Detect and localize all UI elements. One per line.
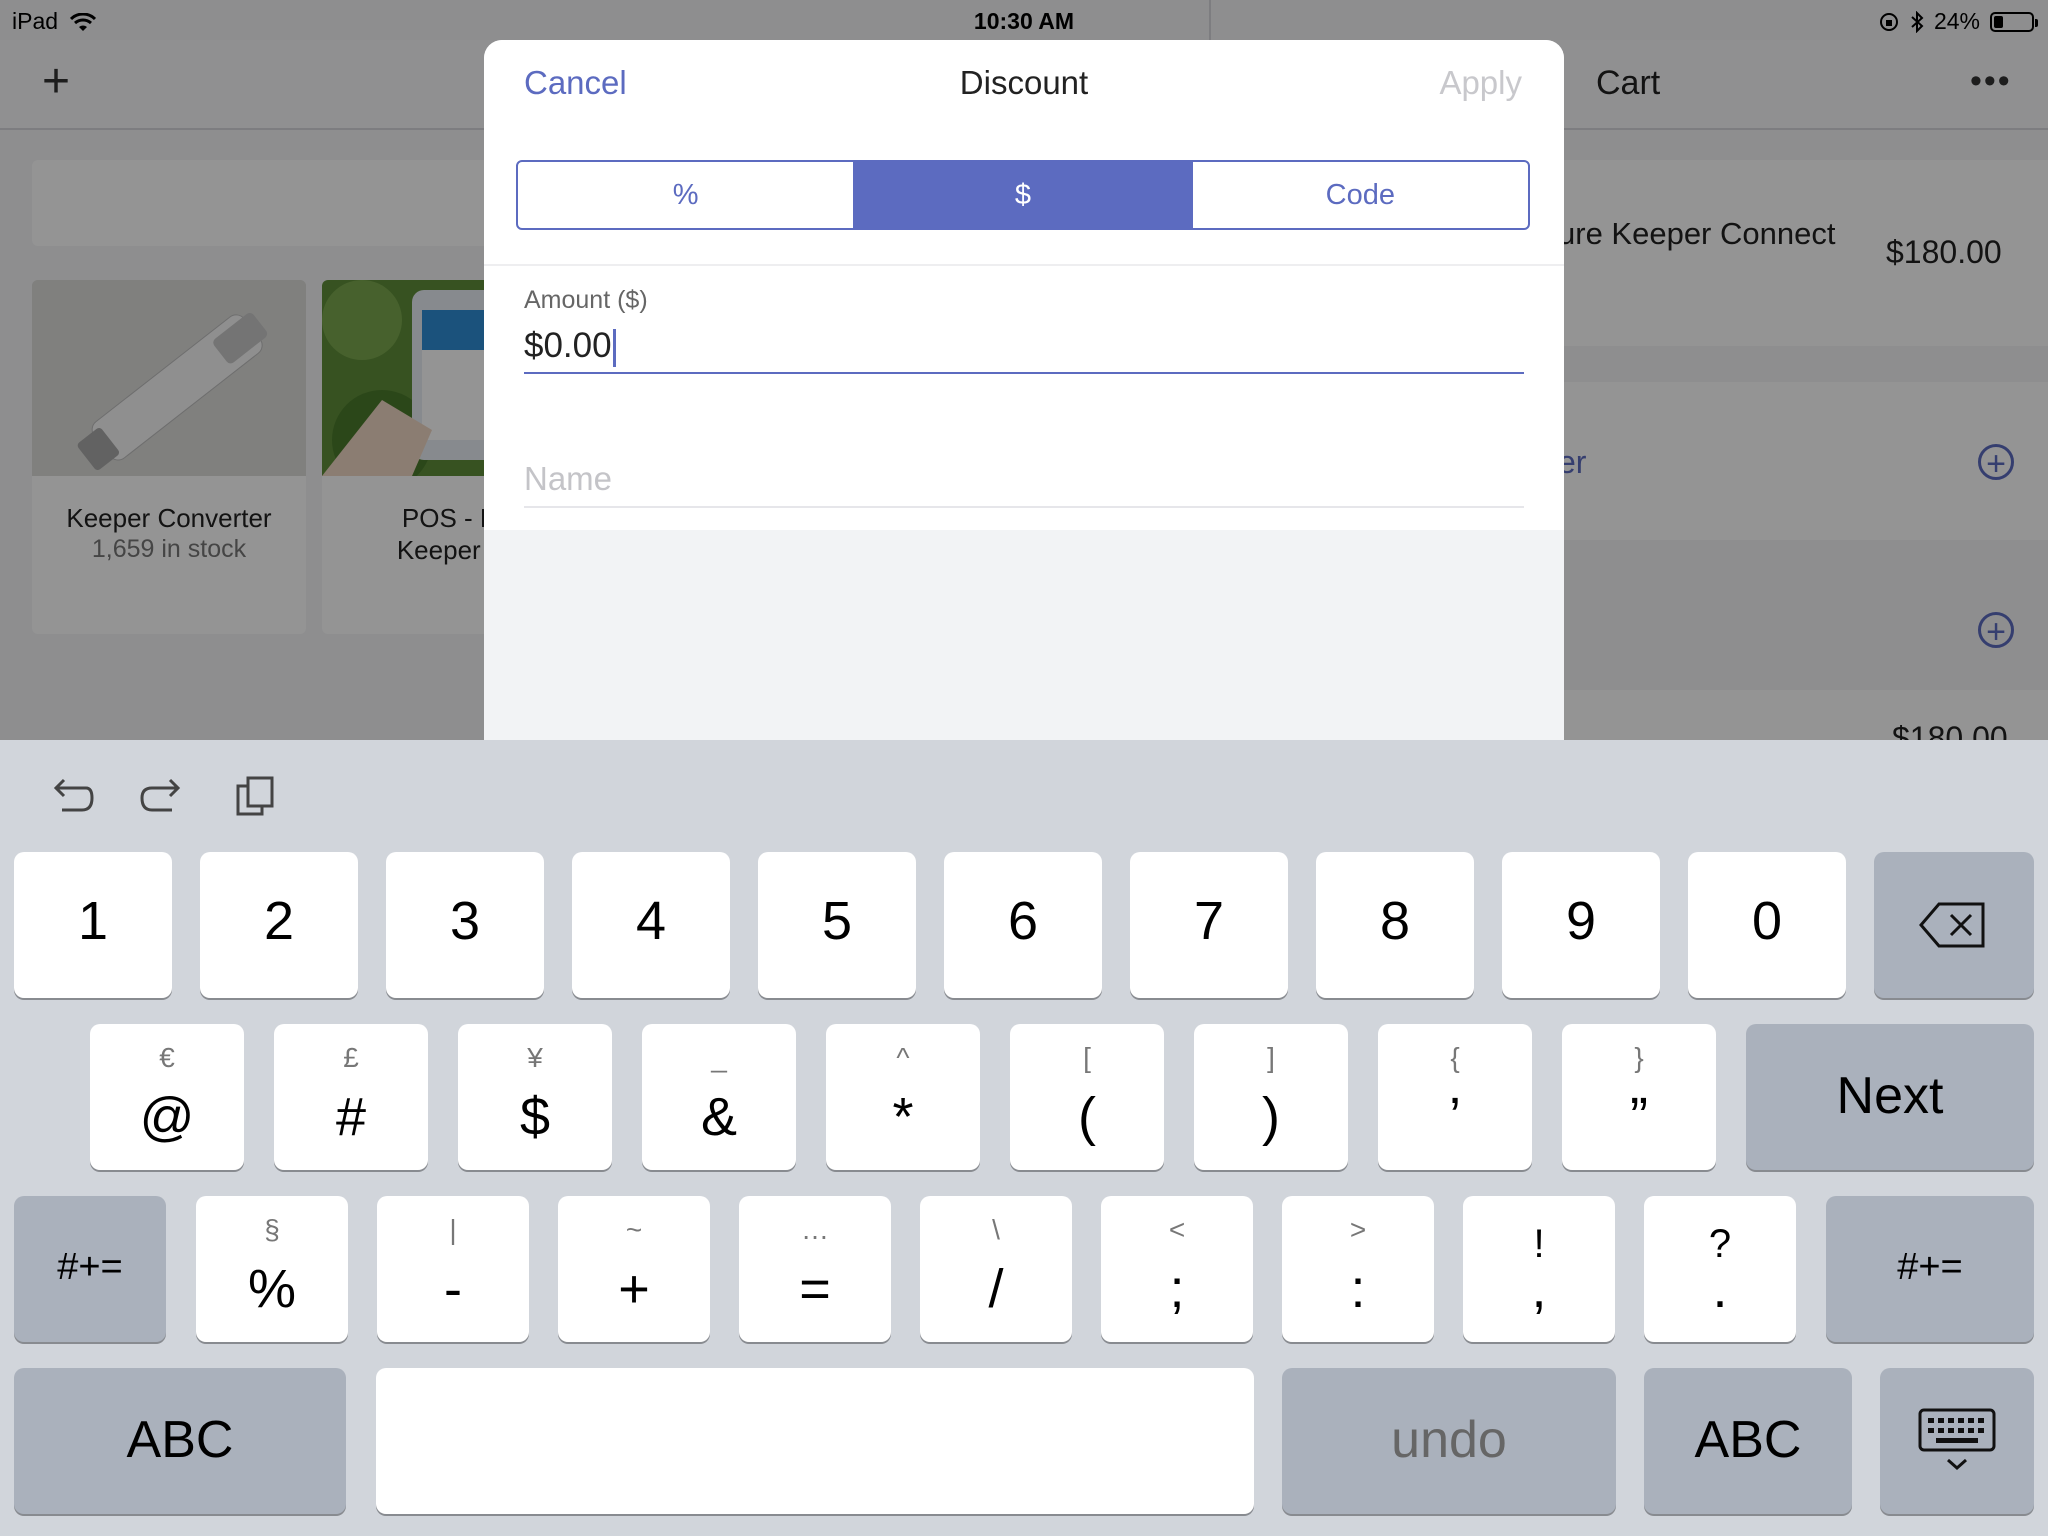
- undo-icon[interactable]: [48, 774, 94, 820]
- key-slash[interactable]: \ /: [920, 1196, 1072, 1342]
- key-percent[interactable]: §%: [196, 1196, 348, 1342]
- key-close-paren[interactable]: ]): [1194, 1024, 1348, 1170]
- text-cursor: [612, 328, 616, 367]
- key-7[interactable]: 7: [1130, 852, 1288, 998]
- modal-title: Discount: [959, 64, 1089, 101]
- modal-content: [484, 40, 1564, 530]
- backspace-icon: [1919, 902, 1985, 948]
- clock: 10:30 AM: [973, 8, 1075, 34]
- discount-modal: Cancel Discount Apply % $ Code Amount ($…: [484, 40, 1564, 740]
- key-quote[interactable]: }”: [1562, 1024, 1716, 1170]
- discount-type-segmented-control: % $ Code: [516, 160, 1530, 230]
- key-hyphen[interactable]: | -: [377, 1196, 529, 1342]
- amount-underline: [524, 372, 1524, 374]
- next-key[interactable]: Next: [1746, 1024, 2034, 1170]
- apply-button[interactable]: Apply: [1439, 64, 1522, 102]
- key-hash[interactable]: £ #: [274, 1024, 428, 1170]
- keyboard-dismiss-key[interactable]: [1880, 1368, 2034, 1514]
- key-semicolon[interactable]: <;: [1101, 1196, 1253, 1342]
- keyboard-dismiss-icon: [1918, 1408, 1996, 1471]
- name-input[interactable]: Name: [524, 460, 612, 498]
- key-period[interactable]: ?.: [1644, 1196, 1796, 1342]
- symbols-key-right[interactable]: #+=: [1826, 1196, 2034, 1342]
- redo-icon[interactable]: [140, 774, 186, 820]
- key-2[interactable]: 2: [200, 852, 358, 998]
- key-plus[interactable]: ~ +: [558, 1196, 710, 1342]
- keyboard: 1 2 3 4 5 6 7 8 9 0 € @ £ # ¥ $ _ & ^ * [( ])…: [0, 740, 2048, 1536]
- paste-icon[interactable]: [234, 774, 280, 820]
- status-bar: iPad 10:30 AM 24%: [0, 0, 2048, 40]
- segment-percent[interactable]: %: [518, 162, 853, 228]
- abc-key-right[interactable]: ABC: [1644, 1368, 1852, 1514]
- abc-key[interactable]: ABC: [14, 1368, 346, 1514]
- key-8[interactable]: 8: [1316, 852, 1474, 998]
- segment-dollar[interactable]: $: [853, 162, 1191, 228]
- key-0[interactable]: 0: [1688, 852, 1846, 998]
- bluetooth-icon: [1911, 10, 1924, 33]
- key-asterisk[interactable]: ^ *: [826, 1024, 980, 1170]
- key-at[interactable]: € @: [90, 1024, 244, 1170]
- orientation-lock-icon: [1879, 12, 1898, 31]
- key-colon[interactable]: >:: [1282, 1196, 1434, 1342]
- key-open-paren[interactable]: [(: [1010, 1024, 1164, 1170]
- battery-percent: 24%: [1933, 8, 1980, 34]
- key-6[interactable]: 6: [944, 852, 1102, 998]
- segment-code[interactable]: Code: [1190, 162, 1528, 228]
- space-key[interactable]: [376, 1368, 1254, 1514]
- symbols-key[interactable]: #+=: [14, 1196, 166, 1342]
- key-comma[interactable]: !,: [1463, 1196, 1615, 1342]
- battery-icon: [1990, 11, 2038, 32]
- key-9[interactable]: 9: [1502, 852, 1660, 998]
- key-1[interactable]: 1: [14, 852, 172, 998]
- key-apostrophe[interactable]: {’: [1378, 1024, 1532, 1170]
- key-equals[interactable]: … =: [739, 1196, 891, 1342]
- key-3[interactable]: 3: [386, 852, 544, 998]
- name-underline: [524, 506, 1524, 508]
- key-4[interactable]: 4: [572, 852, 730, 998]
- amount-label: Amount ($): [524, 286, 648, 314]
- key-ampersand[interactable]: _ &: [642, 1024, 796, 1170]
- undo-key[interactable]: undo: [1282, 1368, 1616, 1514]
- amount-input[interactable]: $0.00: [524, 326, 616, 367]
- key-5[interactable]: 5: [758, 852, 916, 998]
- divider: [484, 264, 1564, 266]
- backspace-key[interactable]: [1874, 852, 2034, 998]
- key-dollar[interactable]: ¥ $: [458, 1024, 612, 1170]
